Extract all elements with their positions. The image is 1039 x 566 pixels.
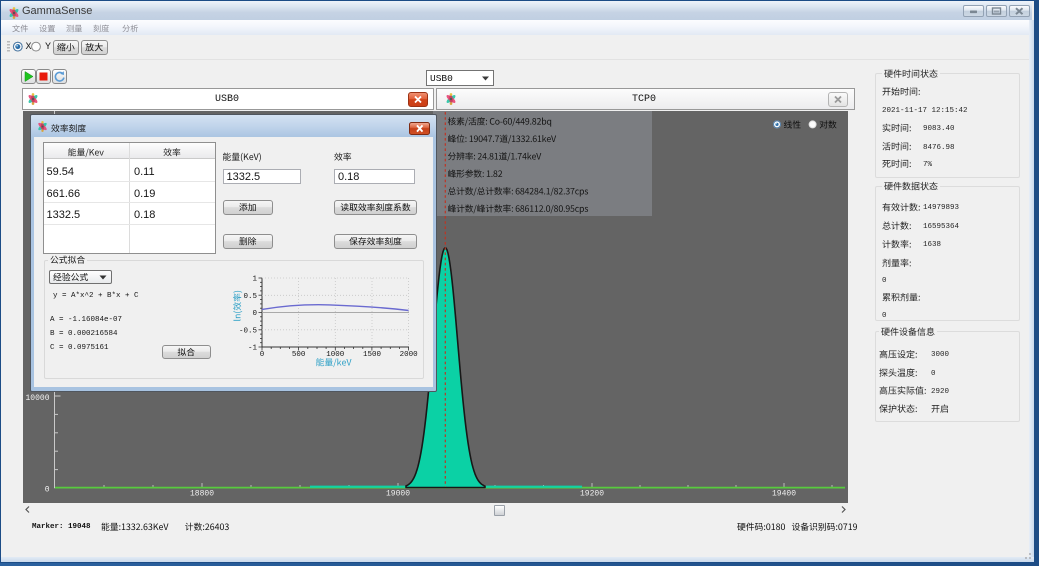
svg-text:0: 0 bbox=[45, 486, 50, 495]
svg-text:19400: 19400 bbox=[772, 490, 796, 499]
svg-text:19200: 19200 bbox=[580, 490, 604, 499]
svg-text:19000: 19000 bbox=[386, 490, 410, 499]
svg-text:18800: 18800 bbox=[190, 490, 214, 499]
svg-text:10000: 10000 bbox=[25, 394, 49, 403]
